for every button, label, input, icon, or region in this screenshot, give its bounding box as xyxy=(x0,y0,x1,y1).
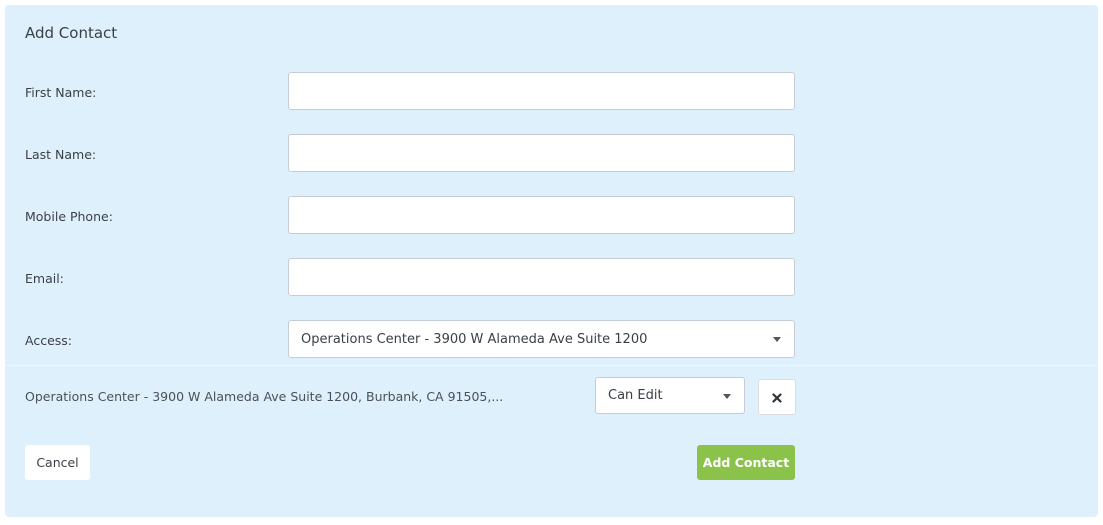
email-input[interactable] xyxy=(288,258,795,296)
last-name-label: Last Name: xyxy=(25,147,97,162)
permission-select-value: Can Edit xyxy=(608,388,663,403)
access-select-value: Operations Center - 3900 W Alameda Ave S… xyxy=(301,331,648,347)
add-contact-panel: Add Contact First Name: Last Name: Mobil… xyxy=(5,5,1098,517)
mobile-phone-label: Mobile Phone: xyxy=(25,209,113,224)
close-icon xyxy=(772,388,782,407)
email-label: Email: xyxy=(25,271,64,286)
last-name-input[interactable] xyxy=(288,134,795,172)
add-contact-button[interactable]: Add Contact xyxy=(697,445,795,480)
chevron-down-icon xyxy=(723,393,731,399)
panel-title: Add Contact xyxy=(25,24,118,42)
first-name-input[interactable] xyxy=(288,72,795,110)
permission-select[interactable]: Can Edit xyxy=(595,377,745,414)
access-location-text: Operations Center - 3900 W Alameda Ave S… xyxy=(25,389,504,404)
divider xyxy=(5,365,1098,366)
first-name-label: First Name: xyxy=(25,85,97,100)
remove-access-button[interactable] xyxy=(758,379,796,415)
mobile-phone-input[interactable] xyxy=(288,196,795,234)
access-select[interactable]: Operations Center - 3900 W Alameda Ave S… xyxy=(288,320,795,358)
cancel-button[interactable]: Cancel xyxy=(25,445,90,480)
access-label: Access: xyxy=(25,333,73,348)
chevron-down-icon xyxy=(773,337,781,342)
